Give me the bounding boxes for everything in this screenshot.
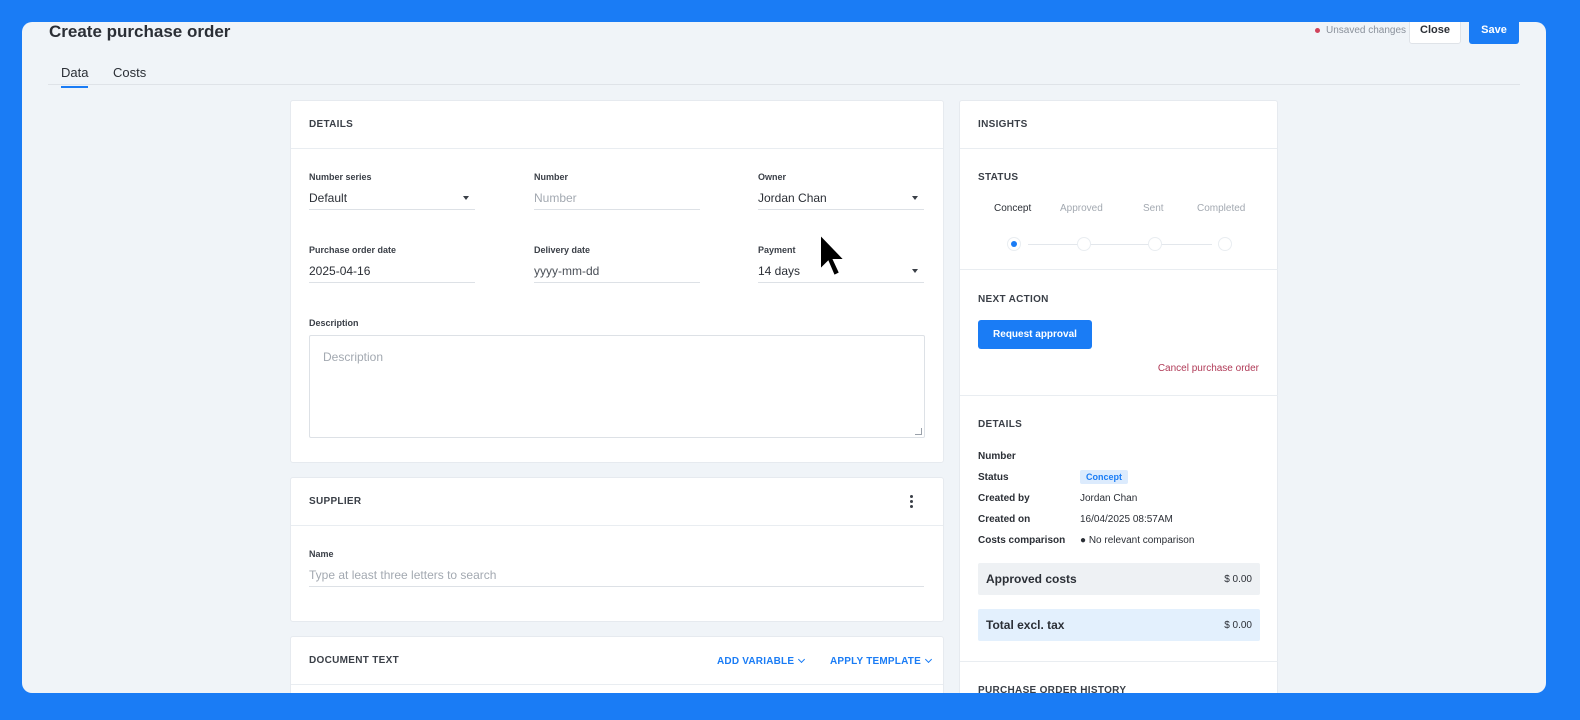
description-label: Description	[309, 318, 359, 328]
chevron-down-icon	[463, 196, 469, 200]
owner-label: Owner	[758, 172, 787, 182]
unsaved-indicator: Unsaved changes	[1315, 25, 1406, 36]
request-approval-button[interactable]: Request approval	[978, 320, 1092, 349]
number-key: Number	[978, 451, 1016, 462]
approved-costs-label: Approved costs	[986, 572, 1077, 586]
costs-comparison-key: Costs comparison	[978, 535, 1066, 546]
chevron-down-icon	[912, 196, 918, 200]
supplier-search-input[interactable]: Type at least three letters to search	[309, 563, 924, 587]
apply-template-button[interactable]: APPLY TEMPLATE	[830, 655, 933, 667]
next-action-heading: NEXT ACTION	[978, 294, 1049, 305]
delivery-date-input[interactable]: yyyy-mm-dd	[534, 259, 700, 283]
document-text-card: DOCUMENT TEXT ADD VARIABLE APPLY TEMPLAT…	[290, 636, 944, 693]
purchase-order-history-heading: PURCHASE ORDER HISTORY	[978, 685, 1127, 693]
payment-term-value: 14 days	[758, 263, 801, 278]
description-textarea[interactable]: Description	[309, 335, 925, 438]
insights-card: INSIGHTS STATUS Concept Approved Sent Co…	[959, 100, 1278, 693]
status-heading: STATUS	[978, 172, 1019, 183]
kebab-menu-icon[interactable]	[910, 495, 913, 508]
tab-bar: Data Costs	[48, 56, 1520, 88]
apply-template-label: APPLY TEMPLATE	[830, 656, 921, 667]
tab-costs[interactable]: Costs	[113, 65, 146, 80]
total-excl-tax-label: Total excl. tax	[986, 618, 1065, 632]
unsaved-dot-icon	[1315, 28, 1320, 33]
owner-select[interactable]: Jordan Chan	[758, 186, 924, 210]
number-series-label: Number series	[309, 172, 372, 182]
step-approved-label: Approved	[1060, 203, 1103, 214]
step-approved-dot	[1077, 237, 1091, 251]
close-button[interactable]: Close	[1409, 22, 1461, 44]
bullet-icon: ●	[1080, 535, 1089, 546]
save-button[interactable]: Save	[1469, 22, 1519, 44]
supplier-heading: SUPPLIER	[291, 478, 943, 526]
delivery-date-label: Delivery date	[534, 245, 591, 255]
insights-heading: INSIGHTS	[960, 101, 1277, 149]
app-window: Create purchase order Unsaved changes Cl…	[22, 22, 1546, 693]
approved-costs-value: $ 0.00	[1224, 573, 1252, 585]
payment-term-label: Payment	[758, 245, 796, 255]
purchase-order-date-label: Purchase order date	[309, 245, 397, 255]
step-concept-dot	[1007, 237, 1021, 251]
details-heading: DETAILS	[291, 101, 943, 149]
step-completed-label: Completed	[1197, 203, 1246, 214]
created-on-key: Created on	[978, 514, 1031, 525]
status-progress-line	[1028, 244, 1212, 245]
total-excl-tax-value: $ 0.00	[1224, 619, 1252, 631]
step-completed-dot	[1218, 237, 1232, 251]
purchase-order-date-input[interactable]: 2025-04-16	[309, 259, 475, 283]
chevron-down-icon	[924, 655, 933, 664]
cancel-purchase-order-link[interactable]: Cancel purchase order	[1158, 363, 1259, 374]
add-variable-label: ADD VARIABLE	[717, 656, 795, 667]
created-by-key: Created by	[978, 493, 1030, 504]
status-badge: Concept	[1080, 470, 1128, 484]
mouse-cursor-icon	[819, 232, 848, 278]
supplier-name-label: Name	[309, 549, 334, 559]
status-key: Status	[978, 472, 1009, 483]
number-series-value: Default	[309, 190, 348, 205]
unsaved-label: Unsaved changes	[1326, 25, 1407, 36]
page-title: Create purchase order	[49, 22, 231, 41]
costs-comparison-text: No relevant comparison	[1088, 535, 1195, 546]
step-sent-dot	[1148, 237, 1162, 251]
resize-grip-icon[interactable]	[915, 428, 922, 435]
total-excl-tax-row: Total excl. tax $ 0.00	[978, 609, 1260, 641]
number-label: Number	[534, 172, 569, 182]
created-by-value: Jordan Chan	[1080, 493, 1138, 504]
insights-details-heading: DETAILS	[978, 419, 1023, 430]
step-sent-label: Sent	[1143, 203, 1164, 214]
chevron-down-icon	[798, 655, 806, 664]
created-on-value: 16/04/2025 08:57AM	[1080, 514, 1173, 525]
owner-value: Jordan Chan	[758, 190, 827, 205]
costs-comparison-value: ● No relevant comparison	[1080, 535, 1194, 546]
supplier-card: SUPPLIER Name Type at least three letter…	[290, 477, 944, 622]
add-variable-button[interactable]: ADD VARIABLE	[717, 655, 806, 667]
number-input[interactable]: Number	[534, 186, 700, 210]
approved-costs-row: Approved costs $ 0.00	[978, 563, 1260, 595]
description-placeholder: Description	[323, 350, 384, 364]
step-concept-label: Concept	[994, 203, 1032, 214]
number-series-select[interactable]: Default	[309, 186, 475, 210]
chevron-down-icon	[912, 269, 918, 273]
tab-data[interactable]: Data	[61, 65, 89, 88]
